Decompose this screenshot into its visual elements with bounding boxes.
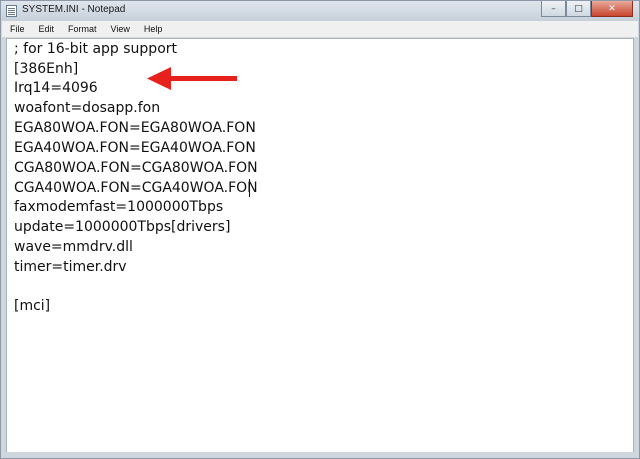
title-bar[interactable]: SYSTEM.INI - Notepad – □ ✕ <box>1 1 639 21</box>
text-line: ; for 16-bit app support <box>14 41 178 57</box>
close-button[interactable]: ✕ <box>591 1 633 17</box>
window-title: SYSTEM.INI - Notepad <box>22 4 126 15</box>
menu-edit[interactable]: Edit <box>31 24 61 34</box>
text-editor-area[interactable]: ; for 16-bit app support [386Enh] Irq14=… <box>6 38 634 453</box>
text-line: wave=mmdrv.dll <box>14 239 133 255</box>
menu-file[interactable]: File <box>2 24 31 34</box>
red-arrow-icon <box>147 67 237 90</box>
minimize-button[interactable]: – <box>541 1 566 17</box>
menu-bar: File Edit Format View Help <box>2 21 638 38</box>
menu-help[interactable]: Help <box>136 24 169 34</box>
text-caret <box>249 179 250 197</box>
text-line: faxmodemfast=1000000Tbps <box>14 199 224 215</box>
text-line: CGA80WOA.FON=CGA80WOA.FON <box>14 160 258 176</box>
text-line: woafont=dosapp.fon <box>14 100 161 116</box>
text-line: [mci] <box>14 298 51 314</box>
text-line: EGA40WOA.FON=EGA40WOA.FON <box>14 140 256 156</box>
window-controls: – □ ✕ <box>541 1 633 19</box>
text-line: Irq14=4096 <box>14 80 98 96</box>
text-line: [386Enh] <box>14 61 79 77</box>
text-line: CGA40WOA.FON=CGA40WOA.FON <box>14 180 258 196</box>
maximize-button[interactable]: □ <box>566 1 591 17</box>
text-line: EGA80WOA.FON=EGA80WOA.FON <box>14 120 256 136</box>
text-line: timer=timer.drv <box>14 259 127 275</box>
menu-view[interactable]: View <box>103 24 136 34</box>
text-line: update=1000000Tbps[drivers] <box>14 219 231 235</box>
notepad-window: SYSTEM.INI - Notepad – □ ✕ File Edit For… <box>0 0 640 459</box>
menu-format[interactable]: Format <box>60 24 103 34</box>
notepad-app-icon[interactable] <box>6 5 17 17</box>
window-bottom-border <box>1 452 639 458</box>
